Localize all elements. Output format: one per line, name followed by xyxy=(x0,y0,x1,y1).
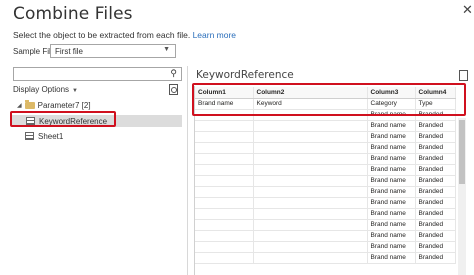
highlight-box-left xyxy=(10,111,116,127)
scrollbar-thumb[interactable] xyxy=(459,120,465,184)
table-cell xyxy=(253,164,368,176)
table-cell xyxy=(253,230,368,242)
table-cell: Branded xyxy=(415,175,456,187)
table-cell xyxy=(195,252,254,264)
table-cell: Branded xyxy=(415,153,456,165)
table-cell xyxy=(253,241,368,253)
table-row: Brand name Branded xyxy=(195,252,456,264)
table-cell xyxy=(195,208,254,220)
table-row: Brand name Branded xyxy=(195,142,456,154)
sample-file-select[interactable]: First file ▼ xyxy=(50,44,176,58)
learn-more-link[interactable]: Learn more xyxy=(193,30,236,40)
table-cell xyxy=(195,120,254,132)
table-cell: Brand name xyxy=(367,241,416,253)
preview-title: KeywordReference xyxy=(196,69,294,81)
display-options-label: Display Options xyxy=(13,85,70,94)
highlight-box-right xyxy=(192,83,466,116)
table-cell: Branded xyxy=(415,230,456,242)
table-cell: Branded xyxy=(415,142,456,154)
table-row: Brand name Branded xyxy=(195,241,456,253)
dialog-title: Combine Files xyxy=(13,4,133,24)
table-cell: Branded xyxy=(415,120,456,132)
table-cell xyxy=(253,208,368,220)
table-cell: Branded xyxy=(415,164,456,176)
table-cell: Brand name xyxy=(367,142,416,154)
folder-icon xyxy=(24,100,35,109)
table-row: Brand name Branded xyxy=(195,131,456,143)
table-cell xyxy=(253,131,368,143)
table-cell xyxy=(253,142,368,154)
table-row: Brand name Branded xyxy=(195,219,456,231)
table-cell xyxy=(195,186,254,198)
table-cell xyxy=(195,175,254,187)
table-cell xyxy=(253,186,368,198)
search-input[interactable]: ⚲ xyxy=(13,67,182,81)
table-cell: Branded xyxy=(415,208,456,220)
document-refresh-icon[interactable] xyxy=(169,84,178,95)
table-cell xyxy=(253,252,368,264)
table-cell: Brand name xyxy=(367,219,416,231)
table-cell: Branded xyxy=(415,186,456,198)
close-icon[interactable]: ✕ xyxy=(462,2,473,18)
table-cell: Branded xyxy=(415,241,456,253)
table-cell xyxy=(195,230,254,242)
display-options-button[interactable]: Display Options ▼ xyxy=(13,85,78,94)
table-cell xyxy=(253,197,368,209)
table-cell xyxy=(253,120,368,132)
table-cell: Branded xyxy=(415,197,456,209)
table-row: Brand name Branded xyxy=(195,164,456,176)
table-cell xyxy=(195,241,254,253)
dialog-subtitle: Select the object to be extracted from e… xyxy=(13,30,236,40)
search-icon[interactable]: ⚲ xyxy=(170,68,177,79)
tree-node-parameter-label: Parameter7 [2] xyxy=(37,101,91,110)
table-cell: Brand name xyxy=(367,164,416,176)
tree-node-parameter[interactable]: ◢ Parameter7 [2] xyxy=(17,100,91,110)
table-cell xyxy=(195,197,254,209)
table-row: Brand name Branded xyxy=(195,186,456,198)
table-cell xyxy=(195,131,254,143)
table-row: Brand name Branded xyxy=(195,230,456,242)
table-cell xyxy=(253,153,368,165)
collapse-triangle-icon[interactable]: ◢ xyxy=(17,102,22,109)
sheet-icon xyxy=(25,132,34,140)
pane-divider[interactable] xyxy=(187,66,188,275)
subtitle-text: Select the object to be extracted from e… xyxy=(13,30,191,40)
vertical-scrollbar[interactable] xyxy=(458,118,466,275)
document-icon[interactable] xyxy=(459,70,468,81)
table-cell: Brand name xyxy=(367,131,416,143)
tree-item-label: Sheet1 xyxy=(38,131,64,141)
table-cell: Brand name xyxy=(367,175,416,187)
table-cell: Brand name xyxy=(367,153,416,165)
table-cell xyxy=(195,219,254,231)
table-cell: Branded xyxy=(415,252,456,264)
table-row: Brand name Branded xyxy=(195,208,456,220)
table-row: Brand name Branded xyxy=(195,153,456,165)
table-cell xyxy=(253,219,368,231)
chevron-down-icon: ▼ xyxy=(72,88,78,94)
table-cell xyxy=(195,164,254,176)
table-cell: Brand name xyxy=(367,252,416,264)
sample-file-value: First file xyxy=(55,47,83,56)
table-cell xyxy=(253,175,368,187)
table-cell: Brand name xyxy=(367,230,416,242)
table-row: Brand name Branded xyxy=(195,120,456,132)
table-cell: Brand name xyxy=(367,197,416,209)
table-cell: Branded xyxy=(415,131,456,143)
table-cell xyxy=(195,153,254,165)
table-cell: Brand name xyxy=(367,120,416,132)
table-cell: Branded xyxy=(415,219,456,231)
tree-item-sheet1[interactable]: Sheet1 xyxy=(25,130,63,142)
chevron-down-icon: ▼ xyxy=(163,46,170,53)
table-row: Brand name Branded xyxy=(195,175,456,187)
table-row: Brand name Branded xyxy=(195,197,456,209)
table-cell: Brand name xyxy=(367,208,416,220)
table-cell: Brand name xyxy=(367,186,416,198)
table-cell xyxy=(195,142,254,154)
